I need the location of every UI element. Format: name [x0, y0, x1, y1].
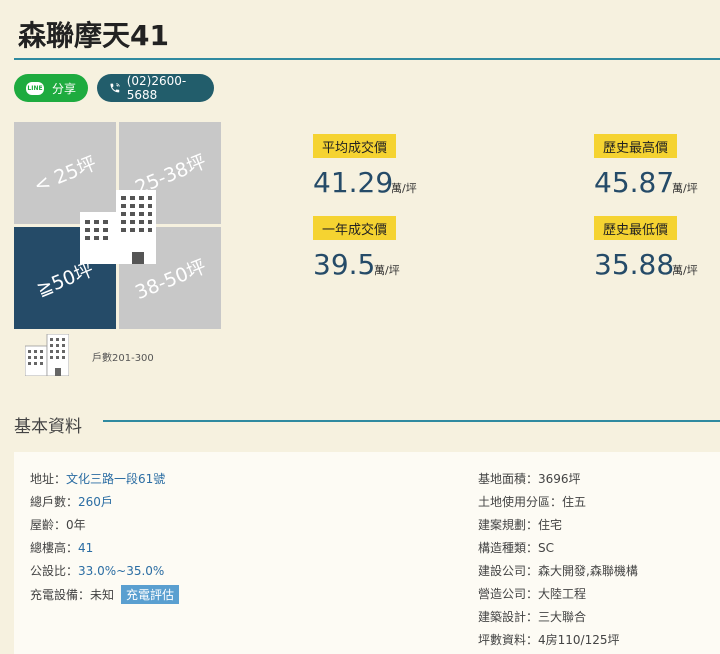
info-value: 森大開發,森聯機構: [538, 564, 638, 578]
phone-number: (02)2600-5688: [126, 74, 187, 102]
info-label: 地址：: [30, 472, 67, 486]
year-price-label: 一年成交價: [313, 216, 397, 240]
info-label: 構造種類：: [478, 541, 539, 555]
info-label: 土地使用分區：: [478, 495, 563, 509]
avg-price-unit: 萬/坪: [391, 182, 417, 195]
charging-assessment-button[interactable]: 充電評估: [121, 585, 180, 604]
info-label: 總樓高：: [30, 541, 79, 555]
info-planning: 建案規劃： 住宅: [478, 516, 562, 533]
info-public-ratio: 公設比： 33.0%~35.0%: [30, 562, 164, 579]
info-structure: 構造種類： SC: [478, 539, 554, 556]
high-price-label: 歷史最高價: [594, 134, 678, 158]
info-zoning: 土地使用分區： 住五: [478, 493, 586, 510]
info-households: 總戶數： 260戶: [30, 493, 113, 510]
info-site-area: 基地面積： 3696坪: [478, 470, 581, 487]
info-value: 住宅: [538, 518, 563, 532]
building-icon: [80, 190, 156, 264]
address-link[interactable]: 文化三路一段61號: [66, 470, 165, 487]
page-title: 森聯摩天41: [18, 19, 169, 52]
info-architect: 建築設計： 三大聯合: [478, 608, 586, 625]
info-label: 公設比：: [30, 564, 79, 578]
info-label: 建案規劃：: [478, 518, 539, 532]
info-value: 未知: [90, 588, 115, 602]
info-value: 大陸工程: [538, 587, 587, 601]
size-grid: < 25坪 25-38坪 ≧50坪 38-50坪: [14, 122, 221, 329]
info-label: 基地面積：: [478, 472, 539, 486]
household-count: 戶數201-300: [92, 353, 154, 364]
low-price-label: 歷史最低價: [594, 216, 678, 240]
high-price-value: 45.87: [594, 166, 675, 199]
info-label: 屋齡：: [30, 518, 67, 532]
info-value: 三大聯合: [538, 610, 587, 624]
info-floors: 總樓高： 41: [30, 539, 93, 556]
info-value: 0年: [66, 518, 86, 532]
info-label: 建設公司：: [478, 564, 539, 578]
info-label: 總戶數：: [30, 495, 79, 509]
info-value: SC: [538, 540, 555, 555]
year-price-value: 39.5: [313, 248, 376, 281]
info-address: 地址： 文化三路一段61號: [30, 470, 165, 487]
info-label: 充電設備：: [30, 588, 91, 602]
info-label: 坪數資料：: [478, 633, 539, 647]
info-developer: 建設公司： 森大開發,森聯機構: [478, 562, 638, 579]
low-price-unit: 萬/坪: [672, 264, 698, 277]
info-age: 屋齡： 0年: [30, 516, 86, 533]
phone-button[interactable]: (02)2600-5688: [97, 74, 214, 102]
info-value: 4房110/125坪: [538, 633, 620, 647]
info-contractor: 營造公司： 大陸工程: [478, 585, 586, 602]
household-building-icon: [25, 334, 69, 376]
avg-price-label: 平均成交價: [313, 134, 397, 158]
year-price-unit: 萬/坪: [374, 264, 400, 277]
info-value: 260戶: [78, 495, 113, 509]
info-charging: 充電設備： 未知 充電評估: [30, 585, 180, 604]
info-value: 住五: [562, 495, 587, 509]
info-label: 建築設計：: [478, 610, 539, 624]
title-divider: [14, 58, 720, 60]
info-value: 41: [78, 540, 94, 555]
basic-info-title: 基本資料: [14, 417, 82, 437]
info-floor-plans: 坪數資料： 4房110/125坪: [478, 631, 620, 648]
share-label: 分享: [52, 81, 77, 96]
phone-icon: [110, 83, 120, 93]
high-price-unit: 萬/坪: [672, 182, 698, 195]
section-divider: [103, 420, 720, 422]
info-value: 3696坪: [538, 472, 581, 486]
basic-info-panel: 地址： 文化三路一段61號 總戶數： 260戶 屋齡： 0年 總樓高： 41 公設比： 3…: [14, 452, 720, 654]
info-label: 營造公司：: [478, 587, 539, 601]
low-price-value: 35.88: [594, 248, 675, 281]
line-icon: LINE: [26, 81, 44, 95]
share-button[interactable]: LINE 分享: [14, 74, 88, 102]
info-value: 33.0%~35.0%: [78, 563, 165, 578]
avg-price-value: 41.29: [313, 166, 394, 199]
